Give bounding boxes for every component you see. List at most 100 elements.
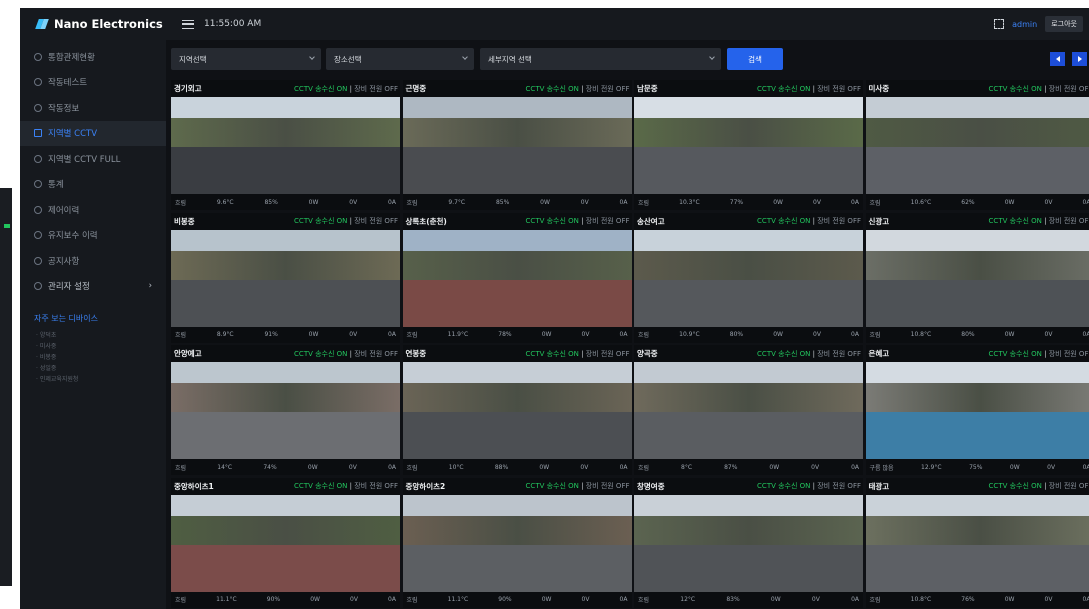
favorite-item[interactable]: · 비봉중 [36, 352, 166, 363]
camera-tile[interactable]: 중앙하이츠1 CCTV 송수신 ON | 장비 전원 OFF 흐림 11.1°C 90%… [171, 477, 400, 608]
camera-feed-image[interactable] [171, 494, 400, 592]
power-status-off: 장비 전원 OFF [1048, 349, 1089, 358]
sidebar-menu: 통합관제현황 작동테스트 작동정보 지역별 CCTV 지역별 CCTV FULL… [20, 44, 166, 299]
feed-road [634, 544, 863, 592]
power-status-off: 장비 전원 OFF [585, 349, 630, 358]
camera-tile[interactable]: 경기외고 CCTV 송수신 ON | 장비 전원 OFF 흐림 9.6°C 85% 0W 0… [171, 80, 400, 210]
favorite-item[interactable]: · 양덕초 [36, 330, 166, 341]
camera-status: CCTV 송수신 ON | 장비 전원 OFF [989, 349, 1089, 359]
camera-feed-image[interactable] [402, 362, 632, 459]
camera-sensor-bar: 흐림 9.7°C 85% 0W 0V 0A [403, 194, 632, 210]
camera-icon [34, 129, 42, 138]
temperature-value: 11.9°C [447, 331, 469, 338]
camera-status: CCTV 송수신 ON | 장비 전원 OFF [526, 84, 630, 94]
power-watt-value: 0W [1004, 198, 1015, 206]
camera-tile[interactable]: 연봉중 CCTV 송수신 ON | 장비 전원 OFF 흐림 10°C 88% 0W 0V 0… [402, 345, 632, 475]
voltage-value: 0V [350, 596, 358, 603]
sidebar-item-label: 작동테스트 [48, 78, 88, 89]
search-button[interactable]: 검색 [727, 48, 783, 70]
prev-page-button[interactable] [1050, 52, 1065, 66]
power-watt-value: 0W [769, 463, 780, 471]
power-status-off: 장비 전원 OFF [817, 482, 861, 490]
region-select[interactable]: 지역선택 [171, 48, 321, 70]
camera-name: 송산여고 [637, 216, 665, 226]
power-watt-value: 0W [308, 198, 319, 206]
current-value: 0A [851, 331, 859, 338]
sidebar-item-test[interactable]: 작동테스트 [20, 70, 166, 96]
camera-feed-image[interactable] [402, 229, 632, 327]
cctv-status-on: CCTV 송수신 ON [988, 349, 1042, 358]
temperature-value: 11.1°C [447, 596, 469, 603]
favorite-item[interactable]: · 성일중 [36, 363, 166, 374]
menu-toggle-icon[interactable] [182, 19, 194, 29]
sidebar-item-info[interactable]: 작동정보 [20, 95, 166, 121]
camera-tile[interactable]: 상록초(춘천) CCTV 송수신 ON | 장비 전원 OFF 흐림 11.9°C 78… [402, 212, 632, 343]
favorite-item[interactable]: · 미사중 [36, 341, 166, 352]
sidebar-item-notice[interactable]: 공지사항 [20, 248, 166, 274]
sidebar-item-region-cctv-full[interactable]: 지역별 CCTV FULL [20, 146, 166, 172]
arrow-right-icon [1077, 56, 1082, 62]
current-value: 0A [851, 463, 859, 471]
voltage-value: 0V [811, 596, 820, 603]
filter-bar: 지역선택 장소선택 세부지역 선택 검색 [166, 48, 1089, 70]
camera-name: 중앙하이츠2 [405, 481, 446, 491]
sidebar-item-admin-settings[interactable]: 관리자 설정 › [20, 274, 166, 300]
next-page-button[interactable] [1072, 52, 1087, 66]
temperature-value: 8°C [681, 463, 693, 471]
camera-tile[interactable]: 안양예고 CCTV 송수신 ON | 장비 전원 OFF 흐림 14°C 74% 0W 0V… [171, 345, 400, 475]
sidebar-item-maintenance[interactable]: 유지보수 이력 [20, 223, 166, 249]
camera-feed-image[interactable] [402, 494, 632, 592]
camera-feed-image[interactable] [634, 97, 863, 194]
humidity-value: 74% [263, 463, 277, 471]
humidity-value: 80% [961, 331, 975, 338]
region-select-value: 지역선택 [179, 54, 207, 64]
camera-feed-image[interactable] [171, 362, 400, 459]
sidebar: Nano Electronics 통합관제현황 작동테스트 작동정보 지역별 C… [20, 8, 166, 609]
camera-tile[interactable]: 송산여고 CCTV 송수신 ON | 장비 전원 OFF 흐림 10.9°C 80% 0W… [634, 212, 863, 343]
voltage-value: 0V [1044, 331, 1053, 338]
camera-tile[interactable]: 중앙하이츠2 CCTV 송수신 ON | 장비 전원 OFF 흐림 11.1°C 90%… [402, 477, 632, 608]
favorite-item[interactable]: · 인제교육지원청 [36, 374, 166, 385]
sidebar-item-region-cctv[interactable]: 지역별 CCTV [20, 120, 166, 146]
camera-sensor-bar: 흐림 8°C 87% 0W 0V 0A [634, 459, 863, 475]
humidity-value: 91% [264, 331, 278, 338]
place-select[interactable]: 장소선택 [326, 48, 474, 70]
camera-tile[interactable]: 은혜고 CCTV 송수신 ON | 장비 전원 OFF 구름 많음 12.9°C 75%… [865, 345, 1089, 475]
camera-feed-image[interactable] [865, 229, 1089, 327]
sidebar-item-label: 관리자 설정 [48, 282, 90, 293]
camera-tile[interactable]: 양곡중 CCTV 송수신 ON | 장비 전원 OFF 흐림 8°C 87% 0W 0V 0A [634, 345, 863, 475]
camera-feed-image[interactable] [865, 362, 1089, 459]
sidebar-item-dashboard[interactable]: 통합관제현황 [20, 44, 166, 70]
notice-icon [34, 256, 42, 265]
humidity-value: 85% [495, 198, 510, 206]
sidebar-item-stats[interactable]: 통계 [20, 172, 166, 198]
camera-tile[interactable]: 근명중 CCTV 송수신 ON | 장비 전원 OFF 흐림 9.7°C 85% 0W 0V… [402, 80, 632, 210]
camera-feed-image[interactable] [634, 362, 863, 459]
fullscreen-icon[interactable] [994, 19, 1005, 29]
detail-region-select-value: 세부지역 선택 [488, 54, 532, 64]
cctv-status-on: CCTV 송수신 ON [525, 349, 579, 358]
weather-value: 흐림 [406, 199, 418, 207]
camera-tile[interactable]: 신광고 CCTV 송수신 ON | 장비 전원 OFF 흐림 10.8°C 80% 0W 0… [865, 212, 1089, 343]
wrench-icon [34, 231, 42, 240]
camera-tile[interactable]: 미사중 CCTV 송수신 ON | 장비 전원 OFF 흐림 10.6°C 62% 0W 0… [865, 80, 1089, 210]
temperature-value: 11.1°C [216, 596, 237, 603]
sidebar-item-control-history[interactable]: 제어이력 [20, 197, 166, 223]
brand-name: Nano Electronics [54, 17, 163, 31]
logout-button[interactable]: 로그아웃 [1045, 16, 1083, 32]
camera-feed-image[interactable] [171, 97, 400, 194]
camera-feed-image[interactable] [634, 494, 863, 592]
camera-tile[interactable]: 태광고 CCTV 송수신 ON | 장비 전원 OFF 흐림 10.8°C 76% 0W 0… [865, 477, 1089, 608]
current-value: 0A [388, 198, 396, 206]
detail-region-select[interactable]: 세부지역 선택 [480, 48, 721, 70]
camera-feed-image[interactable] [634, 229, 863, 327]
camera-tile[interactable]: 창명여중 CCTV 송수신 ON | 장비 전원 OFF 흐림 12°C 83% 0W 0V… [634, 477, 863, 608]
camera-feed-image[interactable] [402, 97, 632, 194]
camera-feed-image[interactable] [865, 97, 1089, 194]
brand-logo[interactable]: Nano Electronics [20, 8, 166, 40]
camera-tile[interactable]: 비봉중 CCTV 송수신 ON | 장비 전원 OFF 흐림 8.9°C 91% 0W 0V… [171, 212, 400, 343]
camera-feed-image[interactable] [865, 494, 1089, 592]
camera-feed-image[interactable] [171, 229, 400, 327]
camera-tile[interactable]: 남문중 CCTV 송수신 ON | 장비 전원 OFF 흐림 10.3°C 77% 0W 0… [634, 80, 863, 210]
weather-value: 흐림 [175, 597, 187, 604]
